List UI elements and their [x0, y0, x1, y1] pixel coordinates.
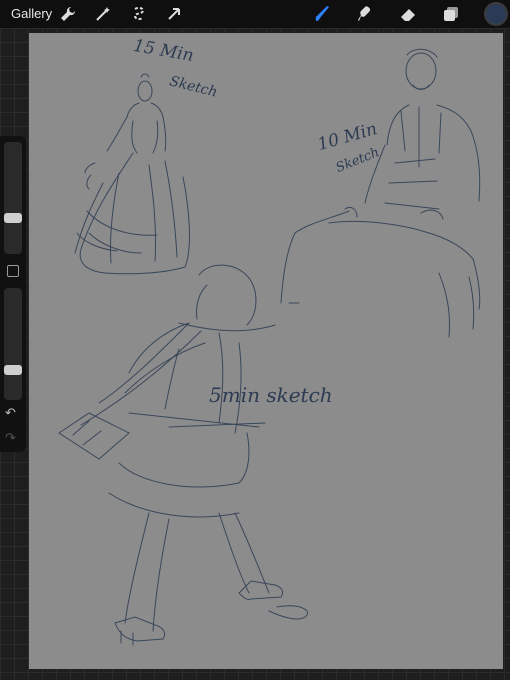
eraser-icon[interactable] [398, 4, 418, 24]
transform-arrow-icon[interactable] [164, 4, 184, 24]
opacity-slider[interactable] [4, 288, 22, 400]
smudge-icon[interactable] [355, 4, 375, 24]
layers-icon[interactable] [441, 4, 461, 24]
redo-icon[interactable]: ↷ [5, 431, 16, 446]
gown-figure-sketch [74, 73, 190, 275]
magic-wand-icon[interactable] [93, 4, 113, 24]
top-toolbar: Gallery [0, 0, 510, 28]
modify-button[interactable] [7, 265, 19, 277]
brush-icon[interactable] [313, 4, 333, 24]
label-5-min-sketch: 5min sketch [209, 383, 333, 407]
brush-size-knob[interactable] [4, 213, 22, 224]
sketch-strokes [58, 48, 481, 646]
undo-icon[interactable]: ↶ [5, 406, 16, 421]
selection-icon[interactable] [129, 4, 149, 24]
left-sidebar: ↶ ↷ [0, 136, 26, 452]
drawing-canvas[interactable]: 15 Min Sketch 10 Min Sketch 5min sketch [29, 33, 503, 669]
wrench-icon[interactable] [58, 4, 78, 24]
seated-man-sketch [280, 48, 481, 338]
color-picker-button[interactable] [484, 2, 508, 26]
violinist-sketch [58, 264, 308, 646]
opacity-knob[interactable] [4, 364, 22, 375]
brush-size-slider[interactable] [4, 142, 22, 254]
gallery-button[interactable]: Gallery [11, 6, 52, 21]
